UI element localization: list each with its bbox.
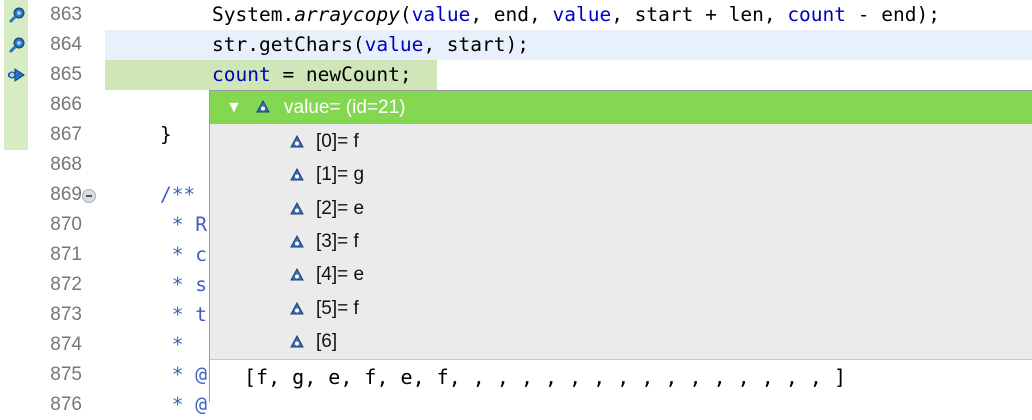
- code-token: count: [212, 63, 271, 86]
- code-token: /**: [160, 183, 196, 206]
- code-token: System.: [212, 3, 295, 26]
- instruction-pointer-icon[interactable]: [6, 66, 28, 84]
- line-number: 870: [50, 214, 82, 235]
- code-line[interactable]: 864 str.getChars(value, start);: [0, 30, 1032, 60]
- code-token: arraycopy: [294, 3, 400, 26]
- code-token: value: [552, 3, 612, 26]
- tree-row-element[interactable]: [0]= f: [210, 125, 1032, 158]
- code-token: , end,: [470, 3, 553, 26]
- code-text: * c: [160, 240, 207, 270]
- array-element-icon: [290, 334, 304, 348]
- tree-row-element[interactable]: [1]= g: [210, 158, 1032, 191]
- line-number: 873: [50, 304, 82, 325]
- array-element-icon: [290, 168, 304, 181]
- code-line[interactable]: 863 System.arraycopy(value, end, value, s…: [0, 0, 1032, 30]
- array-element-icon: [290, 301, 304, 314]
- code-text: str.getChars(value, start);: [212, 30, 529, 60]
- code-token: * s: [160, 273, 207, 296]
- tree-row-element[interactable]: [5]= f: [210, 292, 1032, 325]
- element-label: [6]: [316, 330, 338, 352]
- line-number: 864: [50, 34, 82, 55]
- code-token: (: [399, 3, 412, 26]
- variable-hover-popup[interactable]: ▼ value= (id=21) [0]= f [1]= g [2]= e [3]= …: [209, 90, 1032, 403]
- code-text: }: [160, 120, 172, 150]
- code-token: count: [787, 3, 847, 26]
- code-token: , start + len,: [611, 3, 788, 26]
- breakpoint-icon[interactable]: [6, 36, 28, 54]
- line-number: 875: [50, 364, 82, 385]
- tree-row-element[interactable]: [6]: [210, 325, 1032, 358]
- code-token: * R: [160, 213, 207, 236]
- code-token: * @: [160, 363, 207, 386]
- code-token: *: [160, 333, 184, 356]
- code-token: }: [160, 123, 172, 146]
- line-number: 871: [50, 244, 82, 265]
- breakpoint-icon[interactable]: [6, 6, 28, 24]
- element-label: [2]= e: [316, 197, 365, 219]
- tree-row-element[interactable]: [2]= e: [210, 192, 1032, 225]
- code-text: * R: [160, 210, 207, 240]
- code-text: * t: [160, 300, 207, 330]
- element-label: [0]= f: [316, 131, 359, 152]
- tree-row-root[interactable]: ▼ value= (id=21): [210, 91, 1032, 124]
- code-text: /**: [160, 180, 195, 210]
- variable-tree[interactable]: ▼ value= (id=21) [0]= f [1]= g [2]= e [3]= …: [210, 91, 1032, 359]
- code-text: System.arraycopy(value, end, value, star…: [212, 0, 940, 30]
- root-variable-label: value= (id=21): [284, 97, 406, 118]
- line-number: 872: [50, 274, 82, 295]
- code-token: , start);: [423, 33, 529, 56]
- code-token: * c: [160, 243, 207, 266]
- line-number: 866: [50, 94, 82, 115]
- element-label: [4]= e: [316, 264, 365, 286]
- element-label: [5]= f: [316, 297, 359, 319]
- line-number: 863: [50, 4, 82, 25]
- expand-triangle-icon[interactable]: ▼: [226, 91, 242, 124]
- element-label: [1]= g: [316, 164, 365, 186]
- collapse-fold-icon[interactable]: [82, 189, 96, 203]
- array-element-icon: [290, 135, 304, 148]
- array-element-icon: [290, 268, 304, 281]
- code-token: * t: [160, 303, 207, 326]
- code-text: * @: [160, 360, 207, 390]
- detail-pane: [f, g, e, f, e, f, , , , , , , , , , , ,…: [210, 359, 1032, 403]
- line-number: 874: [50, 334, 82, 355]
- code-line[interactable]: 865 count = newCount;: [0, 60, 1032, 90]
- code-token: * @: [160, 393, 207, 416]
- element-label: [3]= f: [316, 230, 359, 252]
- array-element-icon: [290, 201, 304, 215]
- code-token: value: [411, 3, 471, 26]
- line-number: 865: [50, 64, 82, 85]
- code-text: * @: [160, 390, 207, 420]
- line-number: 869: [50, 184, 82, 205]
- code-text: *: [160, 330, 184, 360]
- code-token: = newCount;: [270, 63, 412, 86]
- line-number: 876: [50, 394, 82, 415]
- variable-icon: [256, 100, 270, 113]
- array-element-icon: [290, 234, 304, 248]
- line-number: 867: [50, 124, 82, 145]
- code-token: str.getChars(: [212, 33, 365, 56]
- code-text: count = newCount;: [212, 60, 412, 90]
- code-token: value: [364, 33, 424, 56]
- tree-row-element[interactable]: [3]= f: [210, 225, 1032, 258]
- line-number: 868: [50, 154, 82, 175]
- code-text: * s: [160, 270, 207, 300]
- code-token: - end);: [846, 3, 940, 26]
- tree-row-element[interactable]: [4]= e: [210, 258, 1032, 291]
